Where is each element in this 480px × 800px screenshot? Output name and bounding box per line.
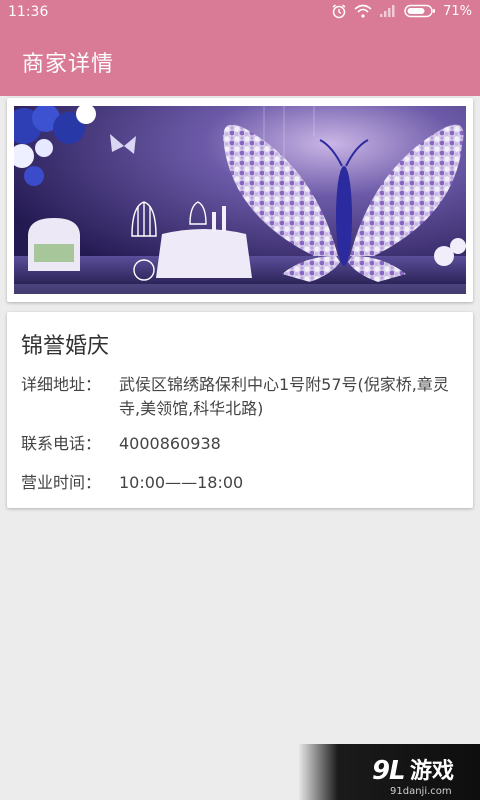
watermark: 9 L 游戏 91danji.com xyxy=(298,744,480,800)
wifi-icon xyxy=(354,4,372,18)
hours-label: 营业时间： xyxy=(21,473,102,492)
address-value: 武侯区锦绣路保利中心1号附57号(倪家桥,章灵寺,美领馆,科华北路) xyxy=(119,375,449,418)
watermark-brand: 游戏 xyxy=(410,758,454,784)
address-row: 详细地址： 武侯区锦绣路保利中心1号附57号(倪家桥,章灵寺,美领馆,科华北路) xyxy=(21,373,465,421)
address-label: 详细地址： xyxy=(21,375,102,394)
svg-text:L: L xyxy=(389,756,406,786)
status-bar: 11:36 71% xyxy=(0,0,480,26)
svg-text:9: 9 xyxy=(372,756,390,786)
status-icons: 71% xyxy=(331,3,472,19)
page-title: 商家详情 xyxy=(22,52,115,77)
phone-value[interactable]: 4000860938 xyxy=(119,432,465,456)
phone-label: 联系电话： xyxy=(21,434,102,453)
merchant-info-card: 锦誉婚庆 详细地址： 武侯区锦绣路保利中心1号附57号(倪家桥,章灵寺,美领馆,… xyxy=(7,312,473,508)
banner-image[interactable] xyxy=(14,106,466,294)
signal-icon xyxy=(379,4,397,18)
hours-value: 10:00——18:00 xyxy=(119,473,244,492)
status-time: 11:36 xyxy=(8,4,49,20)
app-bar: 商家详情 xyxy=(0,26,480,96)
battery-icon xyxy=(404,4,436,18)
watermark-site: 91danji.com xyxy=(390,786,452,797)
watermark-logo-icon: 9 L xyxy=(372,756,406,786)
hours-row: 营业时间： 10:00——18:00 xyxy=(21,471,465,495)
battery-percent: 71% xyxy=(443,3,472,19)
alarm-icon xyxy=(331,3,347,19)
merchant-name: 锦誉婚庆 xyxy=(21,334,110,359)
banner-card xyxy=(7,98,473,302)
phone-row[interactable]: 联系电话： 4000860938 xyxy=(21,432,465,456)
